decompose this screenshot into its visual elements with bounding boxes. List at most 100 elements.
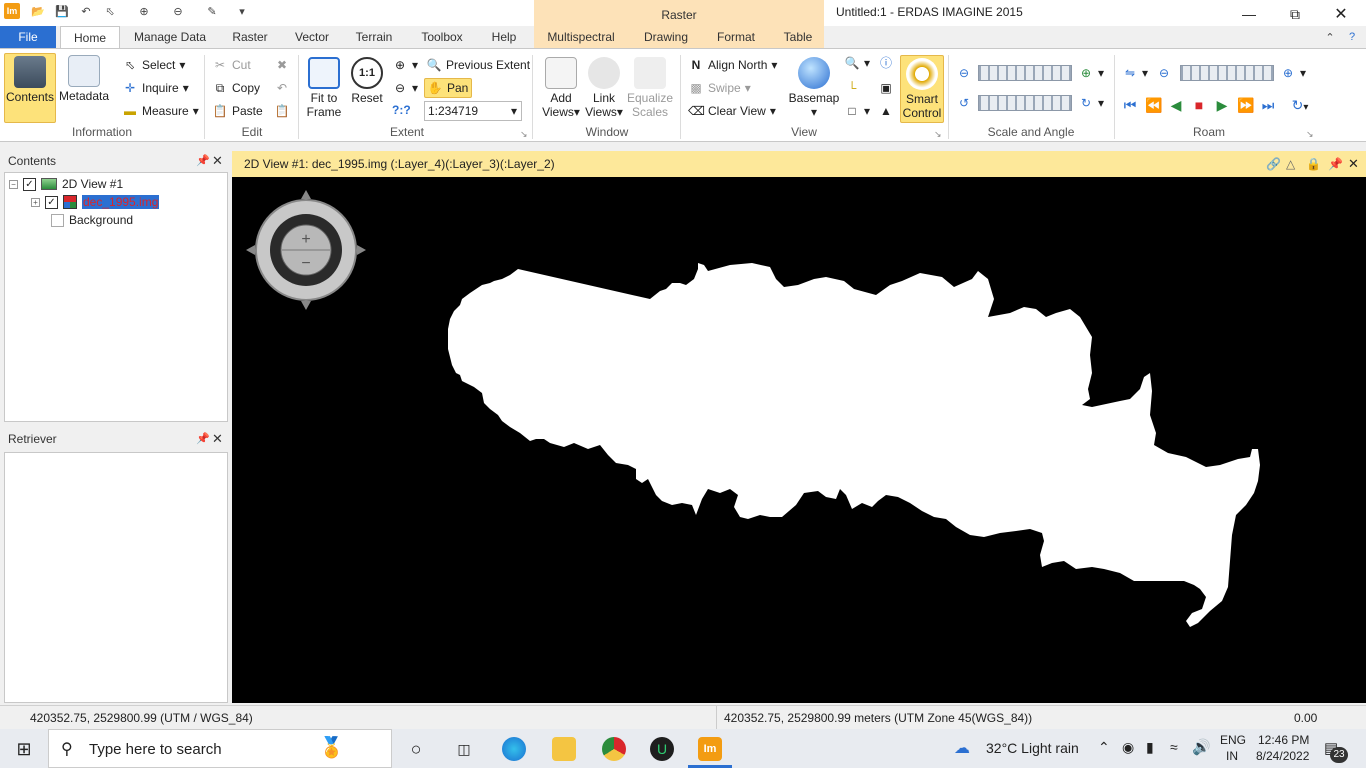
undo-edit-button[interactable]: ↶ (274, 80, 290, 96)
roam-path-button[interactable]: ⇋ ▾ (1122, 65, 1148, 81)
paste-special-button[interactable]: 📋 (274, 103, 290, 119)
last-frame-icon[interactable]: ⏭ (1260, 97, 1276, 113)
basemap-button[interactable]: Basemap ▾ (786, 57, 842, 119)
navigation-control[interactable]: + − (246, 190, 366, 310)
save-icon[interactable]: 💾 (54, 3, 70, 19)
undo-icon[interactable]: ↶ (78, 3, 94, 19)
system-tray-app-icon[interactable]: ◉ (1122, 739, 1134, 756)
help-icon[interactable]: ? (1344, 29, 1360, 45)
copy-button[interactable]: ⧉ Copy (212, 80, 260, 96)
erdas-imagine-taskbar-icon[interactable]: Im (698, 737, 722, 761)
delete-button[interactable]: ✖ (274, 57, 290, 73)
expand-icon[interactable]: + (31, 197, 40, 207)
clear-view-button[interactable]: ⌫ Clear View ▾ (688, 103, 776, 119)
play-icon[interactable]: ▶ (1214, 97, 1230, 113)
app-logo-icon[interactable]: Im (4, 3, 20, 19)
clock-date[interactable]: 8/24/2022 (1256, 749, 1309, 763)
inquire-button[interactable]: ✛ Inquire ▾ (122, 80, 189, 96)
file-explorer-icon[interactable] (552, 737, 576, 761)
tab-manage-data[interactable]: Manage Data (128, 26, 212, 48)
scale-decrease-button[interactable]: ⊖ (956, 65, 972, 81)
tab-vector[interactable]: Vector (288, 26, 336, 48)
eraser-icon[interactable]: ✎ (204, 3, 220, 19)
pin-icon[interactable]: 📌 (1328, 151, 1343, 177)
previous-extent-button[interactable]: 🔍 Previous Extent (426, 57, 531, 73)
customize-quick-access-icon[interactable]: ▾ (234, 3, 250, 19)
first-frame-icon[interactable]: ⏮ (1122, 97, 1138, 113)
tree-node-background[interactable]: Background (51, 213, 133, 227)
contents-button[interactable]: Contents (4, 53, 56, 123)
show-hidden-icons-icon[interactable]: ⌃ (1098, 739, 1110, 756)
language-indicator-line1[interactable]: ENG (1220, 733, 1246, 747)
tab-home[interactable]: Home (60, 26, 120, 48)
select-button[interactable]: ⬁ Select ▾ (122, 57, 185, 73)
pin-icon[interactable]: 📌 (196, 150, 210, 172)
close-panel-icon[interactable]: ✕ (212, 150, 223, 172)
open-folder-icon[interactable]: 📂 (30, 3, 46, 19)
step-back-icon[interactable]: ⏪ (1145, 97, 1162, 113)
unknown-scale-button[interactable]: ?:? (392, 103, 411, 117)
tree-node-layer[interactable]: + ✓ dec_1995.img (31, 195, 160, 209)
step-forward-icon[interactable]: ⏩ (1237, 97, 1254, 113)
collapse-icon[interactable]: − (9, 179, 18, 189)
fit-to-frame-button[interactable]: Fit to Frame (302, 57, 346, 119)
collapse-ribbon-icon[interactable]: ⌃ (1322, 29, 1338, 45)
select-tool-icon[interactable]: ⬁ (102, 3, 118, 19)
tree-node-2d-view[interactable]: − ✓ 2D View #1 (9, 177, 123, 191)
angle-slider[interactable] (978, 95, 1072, 111)
chrome-browser-icon[interactable] (602, 737, 626, 761)
tab-terrain[interactable]: Terrain (350, 26, 398, 48)
zoom-out-icon[interactable]: ⊖ (170, 3, 186, 19)
zoom-in-icon[interactable]: ⊕ (136, 3, 152, 19)
pan-button[interactable]: ✋ Pan (424, 78, 472, 98)
measure-button[interactable]: ▬ Measure ▾ (122, 103, 199, 119)
minimize-icon[interactable]: — (1226, 2, 1272, 26)
zoom-out-button[interactable]: ⊖ ▾ (392, 80, 418, 96)
weather-text[interactable]: 32°C Light rain (986, 740, 1079, 756)
windows-start-icon[interactable]: ⊞ (12, 737, 36, 761)
volume-icon[interactable]: 🔊 (1192, 738, 1211, 756)
roam-dialog-launcher[interactable]: ↘ (1306, 129, 1314, 140)
view-dialog-launcher[interactable]: ↘ (934, 129, 942, 140)
task-view-icon[interactable]: ◫ (452, 737, 476, 761)
roam-speed-slider[interactable] (1180, 65, 1274, 81)
add-views-button[interactable]: Add Views▾ (538, 57, 584, 119)
tab-drawing[interactable]: Drawing (638, 26, 694, 48)
language-indicator-line2[interactable]: IN (1226, 749, 1238, 763)
tab-raster[interactable]: Raster (226, 26, 274, 48)
loop-icon[interactable]: ↻▾ (1286, 97, 1314, 113)
tab-toolbox[interactable]: Toolbox (414, 26, 470, 48)
link-icon[interactable]: 🔗 (1266, 151, 1281, 177)
swipe-button[interactable]: ▩ Swipe ▾ (688, 80, 750, 96)
background-checkbox[interactable] (51, 213, 64, 227)
metadata-button[interactable]: Metadata (58, 55, 110, 103)
align-north-button[interactable]: N Align North ▾ (688, 57, 778, 73)
tab-help[interactable]: Help (484, 26, 524, 48)
info-button[interactable]: ⓘ (878, 55, 894, 71)
smart-control-button[interactable]: Smart Control (900, 55, 944, 123)
rotate-cw-button[interactable]: ↻ ▾ (1078, 95, 1104, 111)
reset-button[interactable]: 1:1 Reset (348, 57, 386, 105)
taskbar-search-box[interactable]: ⚲ Type here to search 🏅 (48, 729, 392, 768)
frame-button[interactable]: ▣ (878, 80, 894, 96)
pin-icon[interactable]: 📌 (196, 428, 210, 450)
zoom-in-button[interactable]: ⊕ ▾ (392, 57, 418, 73)
warning-icon[interactable]: △ (1286, 151, 1295, 177)
background-color-button[interactable]: □ ▾ (844, 103, 870, 119)
battery-icon[interactable]: ▮ (1146, 739, 1154, 756)
map-view-canvas[interactable]: + − (232, 177, 1366, 703)
paste-button[interactable]: 📋 Paste (212, 103, 263, 119)
scale-increase-button[interactable]: ⊕ ▾ (1078, 65, 1104, 81)
stop-icon[interactable]: ■ (1191, 97, 1207, 113)
wifi-icon[interactable]: ≈ (1170, 739, 1178, 755)
extent-dialog-launcher[interactable]: ↘ (520, 129, 528, 140)
triangle-tool-button[interactable]: ▲ (878, 103, 894, 119)
link-views-button[interactable]: Link Views▾ (584, 57, 624, 119)
lock-icon[interactable]: 🔒 (1306, 151, 1321, 177)
equalize-scales-button[interactable]: Equalize Scales (626, 57, 674, 119)
tab-table[interactable]: Table (776, 26, 820, 48)
tab-file[interactable]: File (0, 26, 56, 48)
close-panel-icon[interactable]: ✕ (212, 428, 223, 450)
close-view-icon[interactable]: ✕ (1348, 151, 1359, 177)
scale-combobox[interactable]: 1:234719 ▾ (424, 101, 522, 121)
